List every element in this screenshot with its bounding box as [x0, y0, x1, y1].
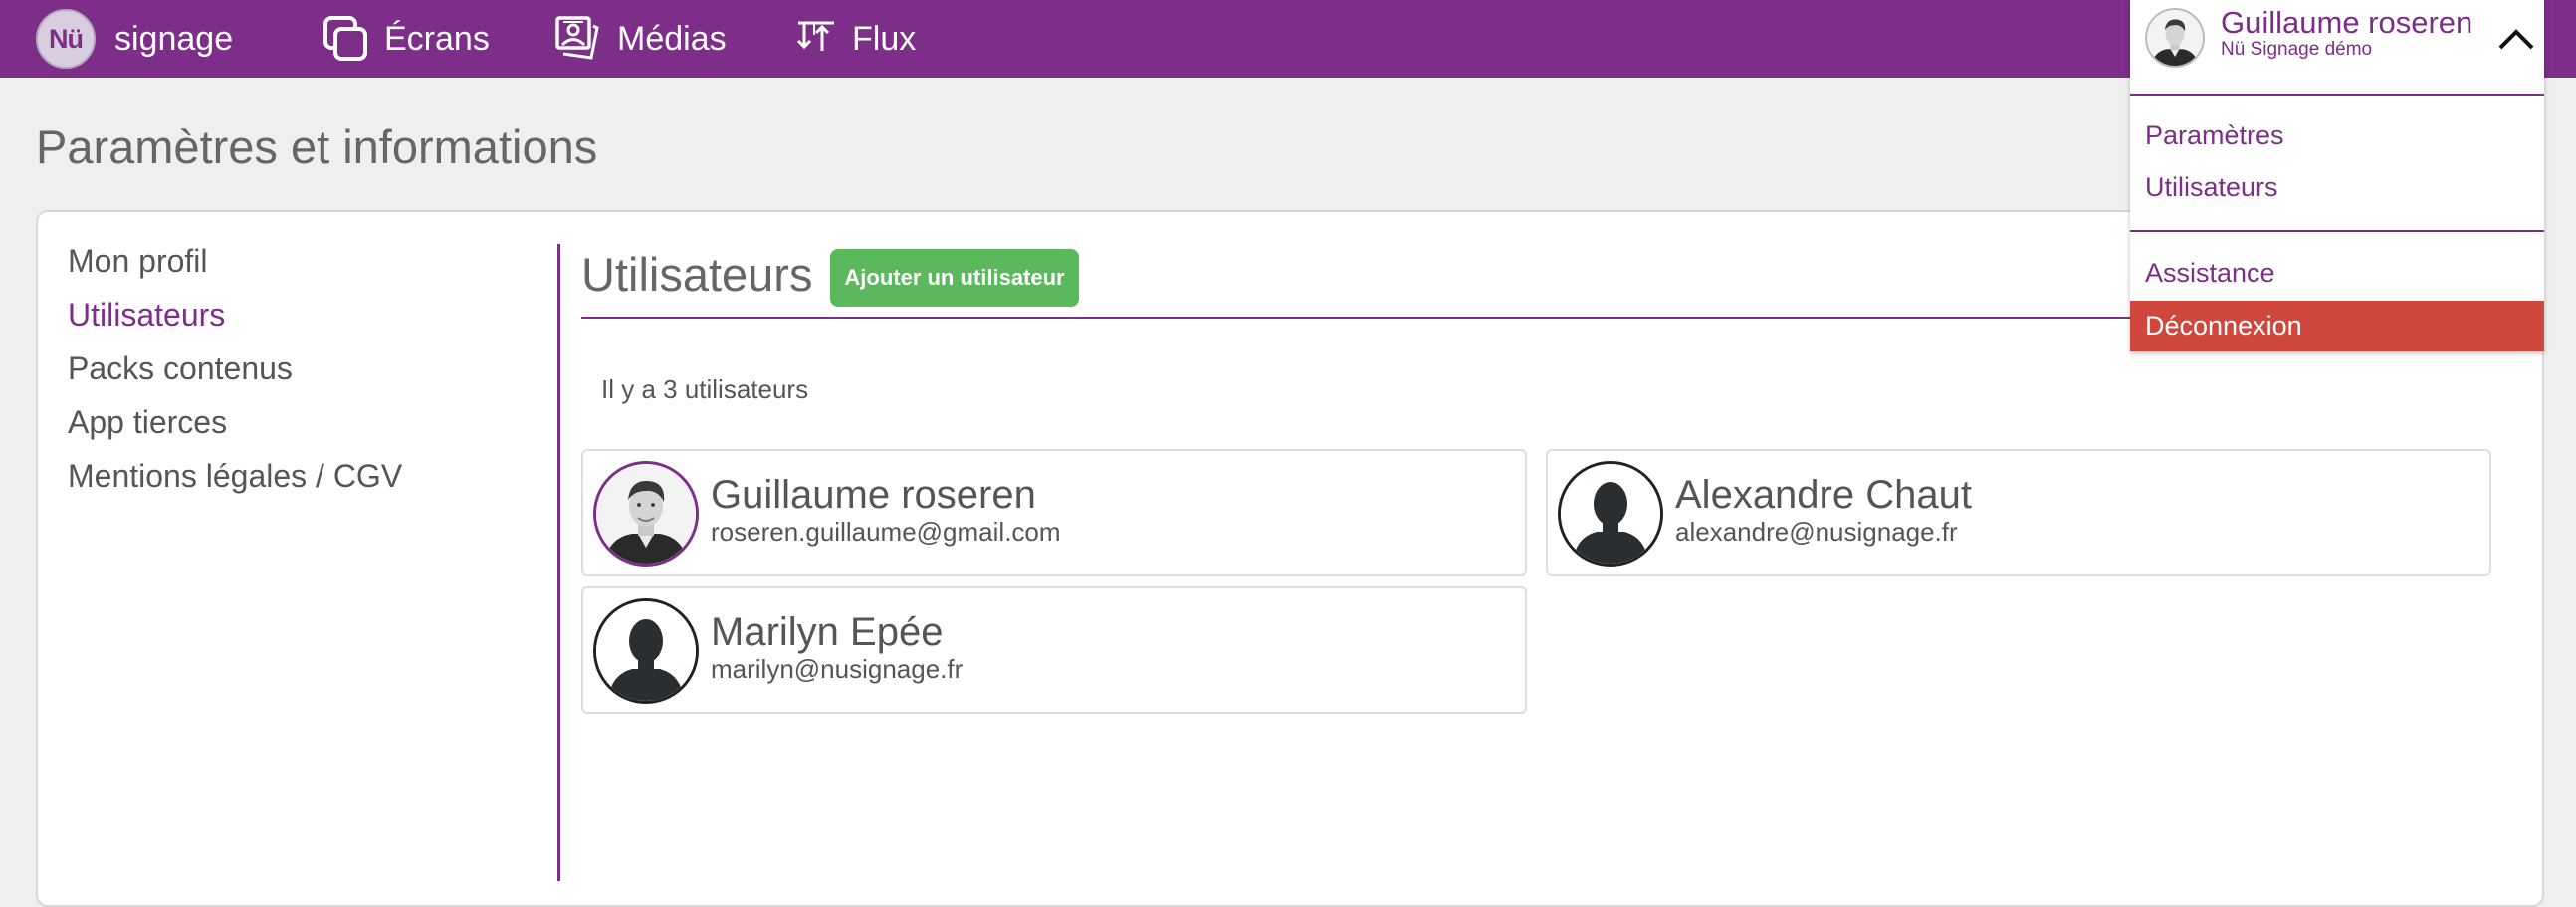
- user-email: alexandre@nusignage.fr: [1675, 517, 1958, 547]
- screens-icon: [323, 16, 367, 61]
- user-menu-header[interactable]: Guillaume roseren Nü Signage démo: [2130, 0, 2544, 96]
- logout-button[interactable]: Déconnexion: [2130, 301, 2544, 351]
- user-card-marilyn[interactable]: Marilyn Epée marilyn@nusignage.fr: [581, 586, 1527, 714]
- user-avatar-placeholder-icon: [593, 598, 699, 704]
- user-card-guillaume[interactable]: Guillaume roseren roseren.guillaume@gmai…: [581, 449, 1527, 576]
- brand-logo: Nü: [36, 9, 96, 69]
- section-divider: [557, 244, 560, 881]
- user-name: Guillaume roseren: [711, 473, 1036, 517]
- user-avatar-placeholder-icon: [1558, 461, 1663, 567]
- sidebar-item-content-packs[interactable]: Packs contenus: [68, 350, 293, 387]
- current-user-company: Nü Signage démo: [2221, 39, 2373, 60]
- user-dropdown-menu: Guillaume roseren Nü Signage démo Paramè…: [2130, 0, 2544, 351]
- user-name: Alexandre Chaut: [1675, 473, 1972, 517]
- user-email: roseren.guillaume@gmail.com: [711, 517, 1061, 547]
- chevron-up-icon[interactable]: [2494, 20, 2538, 56]
- media-icon: [555, 16, 599, 60]
- menu-divider: [2130, 230, 2544, 232]
- nav-screens-label: Écrans: [384, 19, 490, 58]
- sidebar-item-third-party-apps[interactable]: App tierces: [68, 404, 227, 441]
- user-name: Marilyn Epée: [711, 610, 944, 654]
- nav-media[interactable]: Médias: [553, 0, 727, 78]
- flux-icon: [796, 21, 834, 51]
- add-user-button[interactable]: Ajouter un utilisateur: [830, 249, 1079, 307]
- menu-item-support[interactable]: Assistance: [2145, 258, 2275, 289]
- sidebar-item-profile[interactable]: Mon profil: [68, 243, 208, 280]
- nav-screens[interactable]: Écrans: [321, 0, 490, 78]
- nav-flux-label: Flux: [852, 19, 917, 58]
- current-user-name: Guillaume roseren: [2221, 5, 2473, 40]
- users-section-title: Utilisateurs: [581, 248, 813, 301]
- user-card-alexandre[interactable]: Alexandre Chaut alexandre@nusignage.fr: [1546, 449, 2491, 576]
- menu-item-settings[interactable]: Paramètres: [2145, 120, 2284, 151]
- user-email: marilyn@nusignage.fr: [711, 654, 964, 684]
- page-title: Paramètres et informations: [36, 120, 598, 173]
- sidebar-item-legal-terms[interactable]: Mentions légales / CGV: [68, 458, 402, 495]
- nav-flux[interactable]: Flux: [794, 0, 916, 78]
- user-avatar-small: [2145, 8, 2205, 68]
- user-count-text: Il y a 3 utilisateurs: [601, 374, 809, 404]
- brand[interactable]: Nü signage: [36, 9, 233, 69]
- brand-name: signage: [114, 19, 234, 58]
- user-avatar-photo: [593, 461, 699, 567]
- menu-item-users[interactable]: Utilisateurs: [2145, 172, 2278, 203]
- sidebar-item-users[interactable]: Utilisateurs: [68, 297, 225, 334]
- logout-label: Déconnexion: [2145, 311, 2302, 340]
- nav-media-label: Médias: [617, 19, 727, 58]
